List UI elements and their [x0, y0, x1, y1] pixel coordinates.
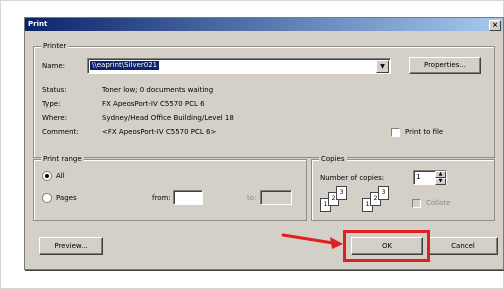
collate-label: Collate	[426, 199, 451, 207]
comment-label: Comment:	[42, 128, 79, 136]
copies-group: Copies Number of copies: 1 ▲ ▼ 1 2 3 1 2…	[311, 155, 495, 221]
type-value: FX ApeosPort-IV C5570 PCL 6	[102, 100, 205, 108]
print-to-file-label: Print to file	[405, 128, 444, 136]
collate-checkbox[interactable]	[412, 199, 421, 208]
print-range-group-label: Print range	[41, 155, 84, 163]
where-label: Where:	[42, 114, 68, 122]
to-input[interactable]	[260, 190, 292, 205]
close-button[interactable]: ×	[489, 20, 501, 31]
all-label: All	[56, 172, 65, 180]
number-of-copies-input[interactable]: 1 ▲ ▼	[413, 170, 447, 185]
window-title: Print	[28, 20, 48, 28]
to-label: to:	[247, 194, 257, 202]
pages-radio[interactable]	[42, 193, 52, 203]
print-to-file-checkbox[interactable]	[391, 128, 400, 137]
red-arrow-icon	[281, 233, 343, 249]
copies-group-label: Copies	[319, 155, 347, 163]
type-label: Type:	[42, 100, 61, 108]
printer-group: Printer Name: \\eaprint\Silver021 ▼ Prop…	[33, 42, 495, 158]
status-label: Status:	[42, 86, 67, 94]
all-radio[interactable]	[42, 171, 52, 181]
pages-label: Pages	[56, 194, 77, 202]
ok-highlight-box	[343, 230, 430, 262]
from-input[interactable]	[173, 190, 203, 205]
preview-button[interactable]: Preview...	[39, 237, 103, 255]
number-of-copies-label: Number of copies:	[320, 174, 385, 182]
properties-button[interactable]: Properties...	[409, 57, 481, 74]
comment-value: <FX ApeosPort-IV C5570 PCL 6>	[102, 128, 217, 136]
print-range-group: Print range All Pages from: to:	[33, 155, 307, 221]
printer-group-label: Printer	[41, 42, 69, 50]
copies-spinner[interactable]: ▲ ▼	[435, 171, 446, 185]
cancel-button[interactable]: Cancel	[428, 237, 498, 255]
printer-name-select[interactable]: \\eaprint\Silver021 ▼	[87, 58, 391, 74]
number-of-copies-value: 1	[416, 173, 421, 181]
title-bar: Print ×	[25, 18, 503, 31]
spin-down-icon[interactable]: ▼	[435, 178, 446, 185]
collate-pages-icon-1: 1 2 3	[320, 186, 360, 214]
screenshot-frame: Print × Printer Name: \\eaprint\Silver02…	[0, 0, 504, 289]
spin-up-icon[interactable]: ▲	[435, 171, 446, 178]
print-dialog: Print × Printer Name: \\eaprint\Silver02…	[24, 17, 504, 270]
from-label: from:	[152, 194, 171, 202]
collate-pages-icon-2: 1 2 3	[362, 186, 402, 214]
chevron-down-icon[interactable]: ▼	[376, 60, 389, 73]
where-value: Sydney/Head Office Building/Level 18	[102, 114, 234, 122]
printer-name-value: \\eaprint\Silver021	[90, 61, 160, 70]
status-value: Toner low; 0 documents waiting	[102, 86, 214, 94]
name-label: Name:	[42, 62, 66, 70]
